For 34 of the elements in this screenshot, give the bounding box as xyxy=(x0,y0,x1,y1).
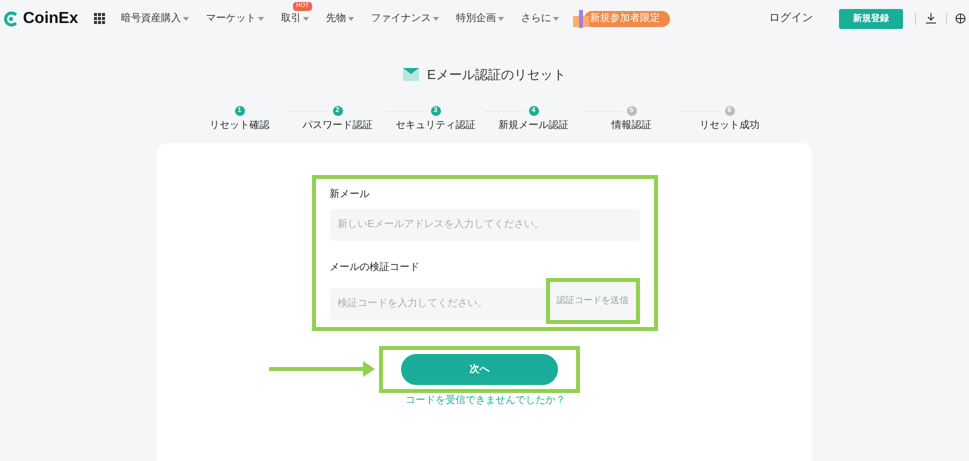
caret-icon xyxy=(183,16,190,20)
step-label: セキュリティ認証 xyxy=(396,118,476,132)
step-label: リセット確認 xyxy=(210,118,270,132)
caret-icon xyxy=(258,16,264,20)
caret-icon xyxy=(498,16,504,20)
nav-menu-item[interactable]: ファイナンス xyxy=(371,11,440,26)
code-label: メールの検証コード xyxy=(330,260,420,274)
caret-icon xyxy=(433,16,440,20)
step-label: パスワード認証 xyxy=(302,118,372,132)
caret-icon xyxy=(553,16,560,20)
login-link[interactable]: ログイン xyxy=(769,10,813,27)
caret-icon xyxy=(348,16,354,20)
step-label: リセット成功 xyxy=(700,118,760,132)
nav-menu-item[interactable]: マーケット xyxy=(206,11,264,26)
globe-icon[interactable] xyxy=(955,13,966,24)
nav-menu-item[interactable]: 先物 xyxy=(326,11,354,26)
arrow-icon xyxy=(269,361,375,377)
gift-icon xyxy=(572,10,590,28)
email-input[interactable]: 新しいEメールアドレスを入力してください。 xyxy=(330,208,640,240)
caret-icon xyxy=(303,16,310,20)
logo-icon xyxy=(3,10,19,26)
step-label: 新規メール認証 xyxy=(498,118,568,132)
nav-menu-item[interactable]: さらに xyxy=(521,11,560,26)
apps-grid-icon[interactable] xyxy=(94,13,106,24)
code-input[interactable]: 検証コードを入力してください。 xyxy=(330,288,546,320)
envelope-icon xyxy=(403,68,420,82)
email-label: 新メール xyxy=(330,188,370,202)
logo-text[interactable]: CoinEx xyxy=(23,6,78,30)
nav-menu-item[interactable]: 暗号資産購入 xyxy=(121,11,190,26)
nav-menu-item[interactable]: 特別企画 xyxy=(456,11,504,26)
step-label: 情報認証 xyxy=(612,118,652,132)
download-icon[interactable] xyxy=(926,13,936,24)
page-title: Eメール認証のリセット xyxy=(427,66,566,84)
nav-menu-item[interactable]: 取引 xyxy=(281,11,310,26)
